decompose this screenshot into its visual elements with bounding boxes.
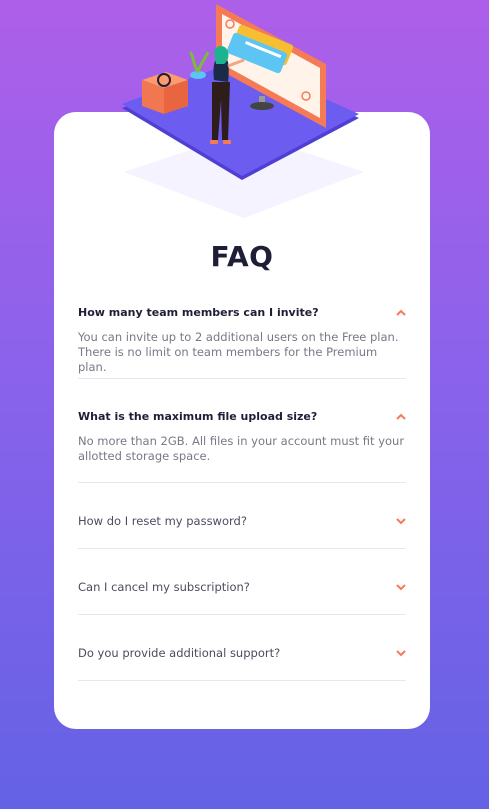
chevron-down-icon[interactable] <box>396 649 406 657</box>
faq-item[interactable]: Can I cancel my subscription? <box>78 578 406 615</box>
faq-question[interactable]: Can I cancel my subscription? <box>78 580 250 594</box>
chevron-up-icon[interactable] <box>396 309 406 317</box>
faq-item[interactable]: Do you provide additional support? <box>78 644 406 681</box>
faq-item[interactable]: What is the maximum file upload size? No… <box>78 408 406 483</box>
faq-answer: No more than 2GB. All files in your acco… <box>78 434 405 463</box>
chevron-up-icon[interactable] <box>396 413 406 421</box>
faq-question[interactable]: Do you provide additional support? <box>78 646 280 660</box>
faq-item[interactable]: How many team members can I invite? You … <box>78 304 406 379</box>
faq-question[interactable]: How do I reset my password? <box>78 514 247 528</box>
chevron-down-icon[interactable] <box>396 583 406 591</box>
faq-question[interactable]: What is the maximum file upload size? <box>78 410 317 423</box>
faq-item[interactable]: How do I reset my password? <box>78 512 406 549</box>
woman-online-illustration <box>122 4 364 218</box>
page-title: FAQ <box>210 240 274 273</box>
chevron-down-icon[interactable] <box>396 517 406 525</box>
faq-answer: You can invite up to 2 additional users … <box>78 330 399 374</box>
faq-question[interactable]: How many team members can I invite? <box>78 306 319 319</box>
